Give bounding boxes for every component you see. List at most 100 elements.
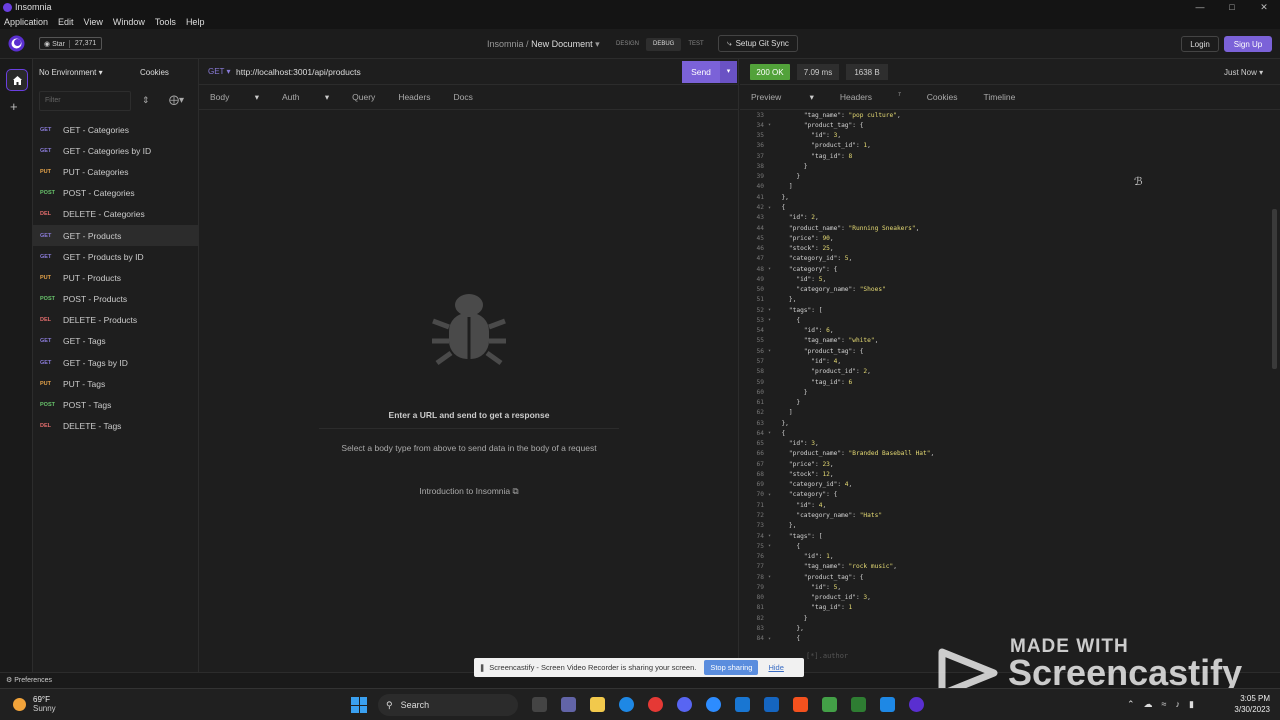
- tab-query[interactable]: Query: [352, 92, 375, 102]
- sidebar-request-item[interactable]: GET GET - Products: [33, 224, 199, 247]
- add-workspace-icon[interactable]: +: [10, 99, 18, 114]
- hide-button[interactable]: Hide: [768, 663, 783, 672]
- add-request-icon[interactable]: ⨁▾: [169, 95, 184, 106]
- line-number: 54: [756, 327, 764, 335]
- filter-input[interactable]: Filter: [39, 91, 131, 111]
- tab-docs[interactable]: Docs: [453, 92, 472, 102]
- minimize-button[interactable]: —: [1184, 0, 1216, 14]
- weather-widget[interactable]: 69°F Sunny: [13, 695, 56, 713]
- tab-body[interactable]: Body ▾: [210, 92, 259, 103]
- sidebar-request-item[interactable]: GET GET - Categories: [33, 119, 199, 140]
- network-icon[interactable]: ☁: [1144, 699, 1153, 710]
- sidebar-request-item[interactable]: GET GET - Products by ID: [33, 246, 199, 267]
- sidebar-request-item[interactable]: POST POST - Products: [33, 289, 199, 310]
- menu-view[interactable]: View: [84, 17, 103, 27]
- teams-icon[interactable]: [561, 697, 576, 712]
- code-text: "stock": 25,: [788, 245, 834, 253]
- zoom-icon[interactable]: [706, 697, 721, 712]
- volume-icon[interactable]: ♪: [1176, 699, 1181, 710]
- sidebar-request-item[interactable]: POST POST - Categories: [33, 183, 199, 204]
- share-message: Screencastify - Screen Video Recorder is…: [489, 663, 697, 672]
- preferences-button[interactable]: ⚙ Preferences: [6, 676, 52, 684]
- document-name[interactable]: New Document: [531, 39, 593, 49]
- code-line: 81 "tag_id": 1: [740, 603, 1270, 613]
- sidebar-request-item[interactable]: GET GET - Tags: [33, 331, 199, 352]
- tab-headers[interactable]: Headers: [398, 92, 430, 102]
- tab-response-cookies[interactable]: Cookies: [927, 92, 958, 102]
- mode-design[interactable]: DESIGN: [609, 38, 646, 51]
- breadcrumb-root[interactable]: Insomnia: [487, 39, 524, 49]
- git-sync-button[interactable]: ⤷ Setup Git Sync: [718, 35, 798, 52]
- clock[interactable]: 3:05 PM 3/30/2023: [1226, 693, 1270, 715]
- sidebar-request-item[interactable]: DEL DELETE - Products: [33, 310, 199, 331]
- wifi-icon[interactable]: ≈: [1162, 699, 1167, 710]
- intro-link[interactable]: Introduction to Insomnia ⧉: [199, 486, 739, 497]
- mode-test[interactable]: TEST: [681, 38, 710, 51]
- line-number: 57: [756, 358, 764, 365]
- code-line: 43 "id": 2,: [740, 213, 1270, 223]
- xbox-icon[interactable]: [822, 697, 837, 712]
- github-star-button[interactable]: ◉ Star 27,371: [39, 37, 103, 50]
- taskbar-search[interactable]: ⚲ Search: [378, 694, 518, 716]
- windows-start-icon[interactable]: [351, 697, 367, 713]
- sidebar-request-item[interactable]: GET GET - Categories by ID: [33, 140, 199, 161]
- maximize-button[interactable]: □: [1216, 0, 1248, 14]
- menu-tools[interactable]: Tools: [155, 17, 176, 27]
- file-explorer-icon[interactable]: [590, 697, 605, 712]
- method-dropdown[interactable]: GET ▾: [208, 67, 231, 76]
- menu-window[interactable]: Window: [113, 17, 145, 27]
- sidebar-request-item[interactable]: DEL DELETE - Categories: [33, 204, 199, 225]
- line-number: 55: [756, 337, 764, 345]
- scrollbar[interactable]: [1272, 209, 1277, 369]
- insomnia-taskbar-icon[interactable]: [909, 697, 924, 712]
- mode-debug[interactable]: DEBUG: [646, 38, 682, 51]
- jsonpath-filter-input[interactable]: [*].author: [806, 652, 848, 660]
- sidebar-request-item[interactable]: PUT PUT - Categories: [33, 161, 199, 182]
- tab-response-headers[interactable]: Headers 7: [840, 92, 901, 102]
- battery-icon[interactable]: ▮: [1189, 699, 1194, 710]
- mail-icon[interactable]: [735, 697, 750, 712]
- tab-preview[interactable]: Preview ▾: [751, 92, 814, 103]
- menu-help[interactable]: Help: [186, 17, 205, 27]
- spreadsheet-icon[interactable]: [851, 697, 866, 712]
- chrome-icon[interactable]: [648, 697, 663, 712]
- calendar-icon[interactable]: [764, 697, 779, 712]
- insomnia-logo-icon[interactable]: [8, 35, 25, 52]
- chevron-up-icon[interactable]: ⌃: [1127, 699, 1135, 710]
- stop-sharing-button[interactable]: Stop sharing: [704, 660, 759, 675]
- git-client-icon[interactable]: [793, 697, 808, 712]
- chevron-down-icon[interactable]: ▾: [720, 61, 737, 83]
- line-number: 38: [756, 162, 764, 170]
- line-number: 62: [756, 409, 764, 417]
- login-button[interactable]: Login: [1181, 36, 1219, 52]
- line-number: 45: [756, 234, 764, 242]
- discord-icon[interactable]: [677, 697, 692, 712]
- sidebar-request-item[interactable]: DEL DELETE - Tags: [33, 416, 199, 437]
- task-view-icon[interactable]: [532, 697, 547, 712]
- code-line: 82 }: [740, 613, 1270, 623]
- chevron-down-icon[interactable]: ▾: [595, 39, 600, 49]
- sidebar-request-item[interactable]: POST POST - Tags: [33, 394, 199, 415]
- close-button[interactable]: ✕: [1248, 0, 1280, 14]
- vscode-icon[interactable]: [880, 697, 895, 712]
- menu-application[interactable]: Application: [4, 17, 48, 27]
- tab-auth[interactable]: Auth ▾: [282, 92, 329, 103]
- url-input[interactable]: http://localhost:3001/api/products: [236, 67, 361, 77]
- cookies-button[interactable]: Cookies: [140, 68, 169, 77]
- history-dropdown[interactable]: Just Now ▾: [1224, 68, 1263, 77]
- sidebar-request-item[interactable]: PUT PUT - Tags: [33, 373, 199, 394]
- method-badge: PUT: [40, 274, 51, 281]
- signup-button[interactable]: Sign Up: [1224, 36, 1272, 52]
- sort-icon[interactable]: ⇕: [142, 95, 150, 106]
- home-button[interactable]: [6, 69, 28, 91]
- environment-dropdown[interactable]: No Environment ▾: [39, 68, 103, 77]
- send-button[interactable]: Send ▾: [682, 61, 737, 83]
- line-number: 60: [756, 388, 764, 396]
- code-text: "tag_id": 6: [811, 378, 853, 386]
- edge-icon[interactable]: [619, 697, 634, 712]
- menu-edit[interactable]: Edit: [58, 17, 74, 27]
- sidebar-request-item[interactable]: GET GET - Tags by ID: [33, 352, 199, 373]
- sidebar-request-item[interactable]: PUT PUT - Products: [33, 267, 199, 288]
- response-time: 7.09 ms: [797, 64, 839, 80]
- tab-timeline[interactable]: Timeline: [984, 92, 1016, 102]
